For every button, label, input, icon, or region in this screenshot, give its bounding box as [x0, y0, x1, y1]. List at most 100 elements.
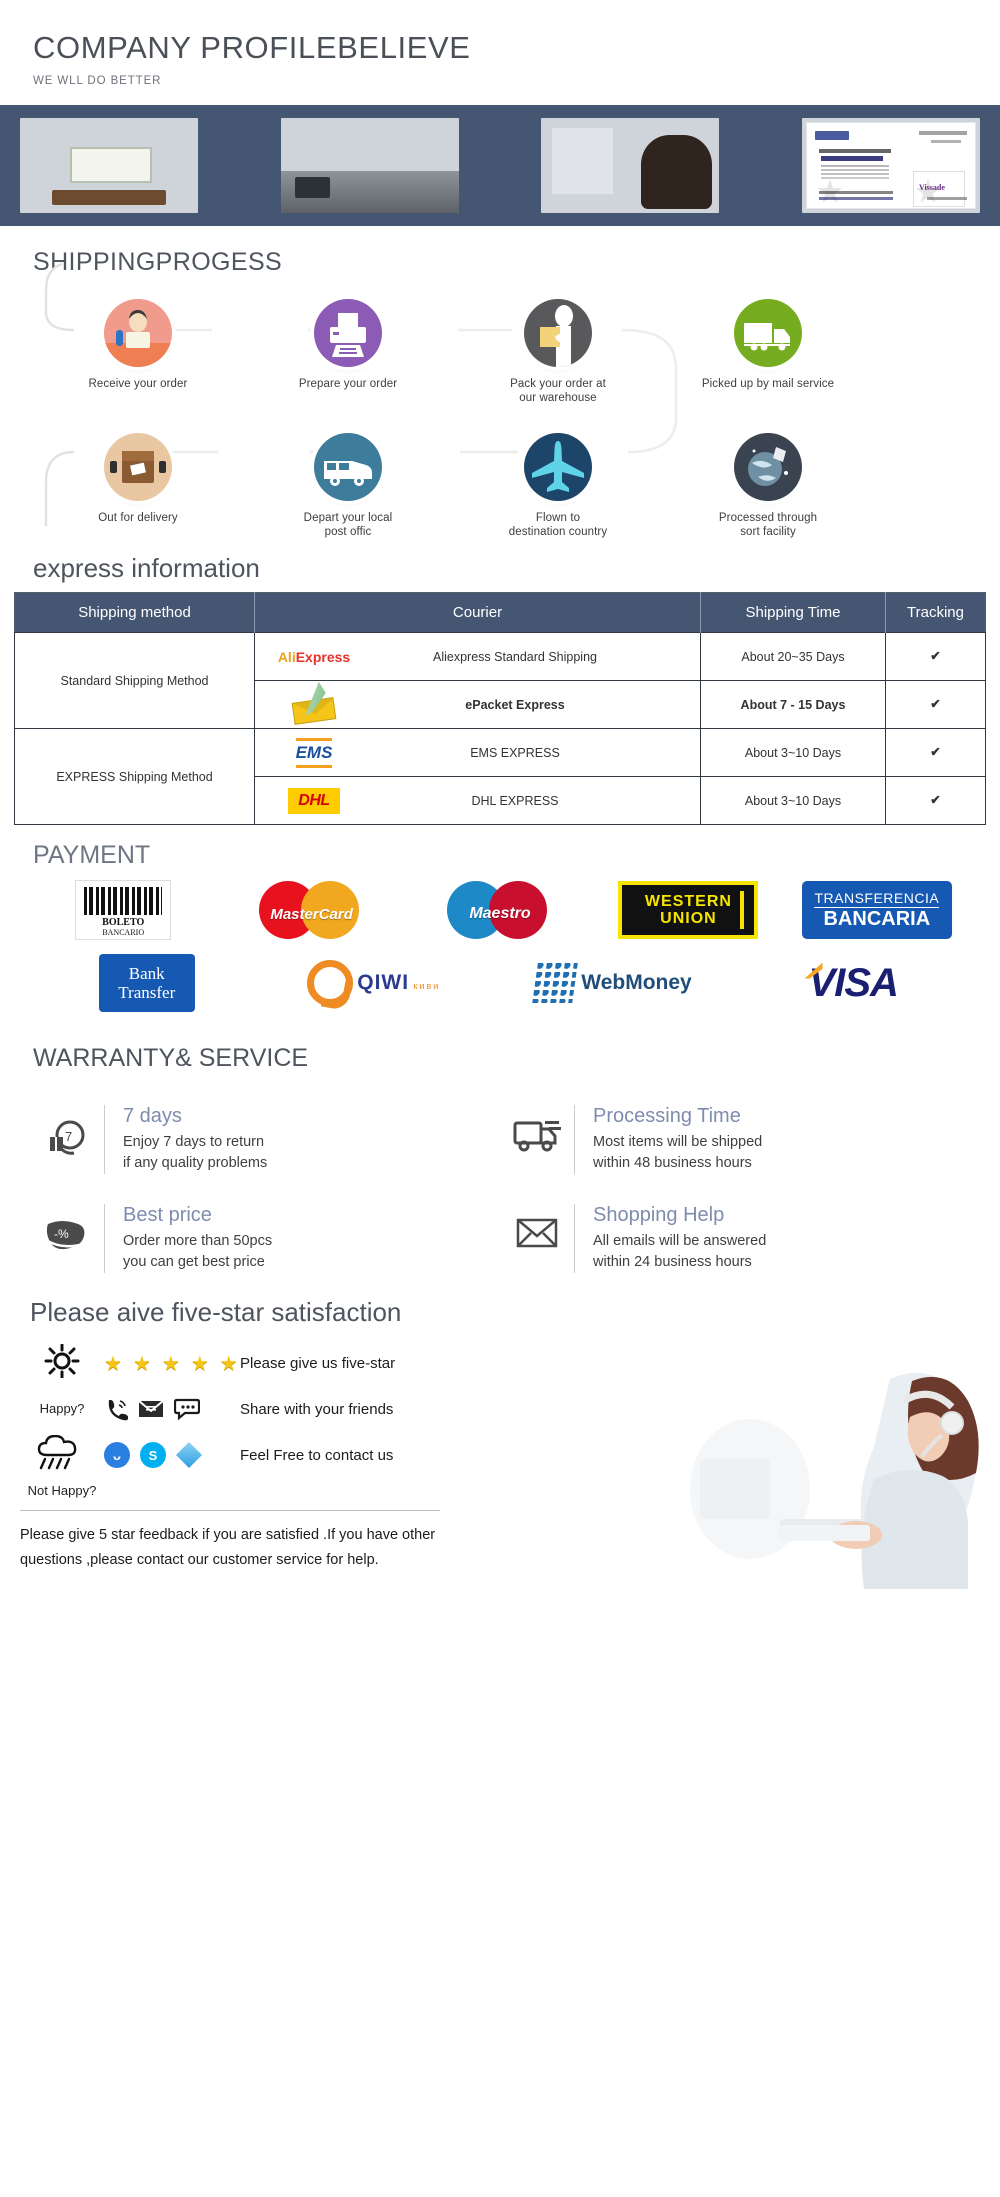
rain-cloud-icon: [37, 1434, 77, 1469]
payment-title: PAYMENT: [33, 841, 151, 869]
truck-icon: [734, 299, 802, 367]
factory-photo: [541, 118, 720, 213]
star-icon[interactable]: ★: [162, 1351, 181, 1376]
shipping-step-label: Depart your local post offic: [303, 512, 393, 538]
shipping-step-label: Flown to destination country: [508, 512, 608, 538]
boleto-bancario-logo: BOLETO BANCARIO: [75, 880, 172, 940]
phone-icon[interactable]: [104, 1397, 128, 1421]
warranty-grid: 7 7 days Enjoy 7 days to return if any q…: [0, 1079, 1000, 1287]
express-table-wrapper: Shipping method Courier Shipping Time Tr…: [0, 592, 1000, 825]
warranty-text: All emails will be answered within 24 bu…: [593, 1233, 767, 1270]
cell-tracking: ✔: [885, 776, 986, 825]
cell-shipping-method: EXPRESS Shipping Method: [14, 728, 255, 825]
company-profile-header: COMPANY PROFILEBELIEVE WE WLL DO BETTER: [0, 0, 1000, 105]
five-star-section: ★ ★ ★ ★ ★ Please give us five-star Happy…: [0, 1328, 1000, 1589]
mail-icon[interactable]: [138, 1397, 164, 1421]
delivery-van-icon: [314, 433, 382, 501]
not-happy-mood: [20, 1434, 104, 1476]
star-icon[interactable]: ★: [133, 1351, 152, 1376]
not-happy-label: Not Happy?: [27, 1482, 97, 1498]
epacket-logo: [259, 688, 369, 725]
feedback-note: Please give 5 star feedback if you are s…: [20, 1527, 436, 1568]
courier-name: ePacket Express: [465, 697, 565, 712]
share-icons[interactable]: [104, 1397, 224, 1421]
dhl-logo: DHL: [259, 787, 369, 814]
showroom-photo: [20, 118, 198, 213]
mastercard-logo: MasterCard: [253, 880, 371, 940]
happy-label-wrap: Happy?: [20, 1400, 104, 1416]
warranty-item: Processing Time Most items will be shipp…: [500, 1089, 970, 1188]
warranty-heading: Shopping Help: [593, 1204, 725, 1226]
cell-courier: EMS EMS EXPRESS: [254, 728, 701, 777]
maestro-logo: Maestro: [441, 880, 559, 940]
warranty-item: 7 7 days Enjoy 7 days to return if any q…: [30, 1089, 500, 1188]
shipping-step: Out for delivery: [33, 433, 243, 539]
office-photo: [280, 118, 459, 213]
cell-courier: ePacket Express: [254, 680, 701, 729]
shipping-step: Processed through sort facility: [663, 433, 873, 539]
aliexpress-logo: AliExpress: [277, 648, 351, 665]
five-star-row: Happy? Share with your friends: [20, 1386, 1000, 1432]
bank-transfer-logo: Bank Transfer: [98, 954, 195, 1012]
shipping-step: Depart your local post offic: [243, 433, 453, 539]
express-information-title: express information: [33, 553, 260, 583]
ems-logo: EMS: [259, 736, 369, 770]
shipping-progress-title: SHIPPINGPROGESS: [33, 248, 283, 276]
contact-icons[interactable]: ᴗ S: [104, 1442, 224, 1468]
sun-icon: [44, 1343, 80, 1378]
five-star-row: ★ ★ ★ ★ ★ Please give us five-star: [20, 1340, 1000, 1386]
shipping-step: Picked up by mail service: [663, 299, 873, 405]
discount-percent-icon: -%: [30, 1204, 104, 1256]
star-rating[interactable]: ★ ★ ★ ★ ★: [104, 1351, 238, 1376]
shipping-steps-row-1: Receive your order Prepare your order Pa…: [33, 299, 1000, 405]
five-star-title: Please aive five-star satisfaction: [30, 1297, 402, 1327]
shipping-step-label: Receive your order: [88, 378, 188, 390]
qiwi-logo: QIWI киви: [307, 954, 457, 1012]
column-header-shipping-time: Shipping Time: [700, 592, 886, 633]
column-header-shipping-method: Shipping method: [14, 592, 255, 633]
packing-worker-icon: [524, 299, 592, 367]
visa-logo: VISA: [804, 961, 899, 1006]
payment-logos: BOLETO BANCARIO MasterCard Maestro WESTE…: [0, 880, 1000, 1012]
happy-label: Happy?: [39, 1400, 85, 1416]
shipping-step: Flown to destination country: [453, 433, 663, 539]
five-star-label: Please give us five-star: [240, 1354, 396, 1372]
transferencia-bancaria-logo: TRANSFERENCIA BANCARIA: [801, 881, 952, 939]
chat-icon[interactable]: [174, 1397, 200, 1421]
payment-row-1: BOLETO BANCARIO MasterCard Maestro WESTE…: [34, 880, 966, 940]
happy-mood: [20, 1343, 104, 1383]
star-icon[interactable]: ★: [191, 1351, 210, 1376]
page-subtitle: WE WLL DO BETTER: [33, 75, 162, 87]
five-star-label: Feel Free to contact us: [240, 1446, 394, 1464]
product-detail-page: COMPANY PROFILEBELIEVE WE WLL DO BETTER …: [0, 0, 1000, 1589]
svg-text:7: 7: [65, 1129, 72, 1144]
shipping-step-label: Pack your order at our warehouse: [510, 378, 606, 404]
shipping-step-label: Processed through sort facility: [718, 512, 818, 538]
cell-tracking: ✔: [885, 728, 986, 777]
table-row: EXPRESS Shipping Method EMS EMS EXPRESS …: [14, 728, 986, 825]
shipping-step-label: Picked up by mail service: [701, 378, 835, 390]
envelope-icon: [500, 1204, 574, 1252]
warranty-item: Shopping Help All emails will be answere…: [500, 1188, 970, 1287]
shipping-methods-table: Shipping method Courier Shipping Time Tr…: [14, 592, 986, 825]
column-header-courier: Courier: [254, 592, 701, 633]
warranty-text: Most items will be shipped within 48 bus…: [593, 1134, 763, 1171]
cell-shipping-time: About 3~10 Days: [700, 728, 886, 777]
cell-tracking: ✔: [885, 680, 986, 729]
shipping-steps-row-2: Out for delivery Depart your local post …: [33, 433, 1000, 539]
warranty-heading: Best price: [123, 1204, 212, 1226]
cell-shipping-method: Standard Shipping Method: [14, 632, 255, 729]
star-icon[interactable]: ★: [104, 1351, 123, 1376]
mail-blue-icon[interactable]: [176, 1442, 202, 1468]
western-union-logo: WESTERN UNION: [618, 881, 759, 939]
shipping-step-label: Out for delivery: [98, 512, 178, 524]
skype-icon[interactable]: S: [140, 1442, 166, 1468]
qq-icon[interactable]: ᴗ: [104, 1442, 130, 1468]
cell-tracking: ✔: [885, 632, 986, 681]
shipping-step: Prepare your order: [243, 299, 453, 405]
courier-name: EMS EXPRESS: [470, 745, 560, 760]
table-header-row: Shipping method Courier Shipping Time Tr…: [14, 592, 986, 633]
column-header-tracking: Tracking: [885, 592, 986, 633]
cell-shipping-time: About 7 - 15 Days: [700, 680, 886, 729]
courier-name: DHL EXPRESS: [471, 793, 559, 808]
